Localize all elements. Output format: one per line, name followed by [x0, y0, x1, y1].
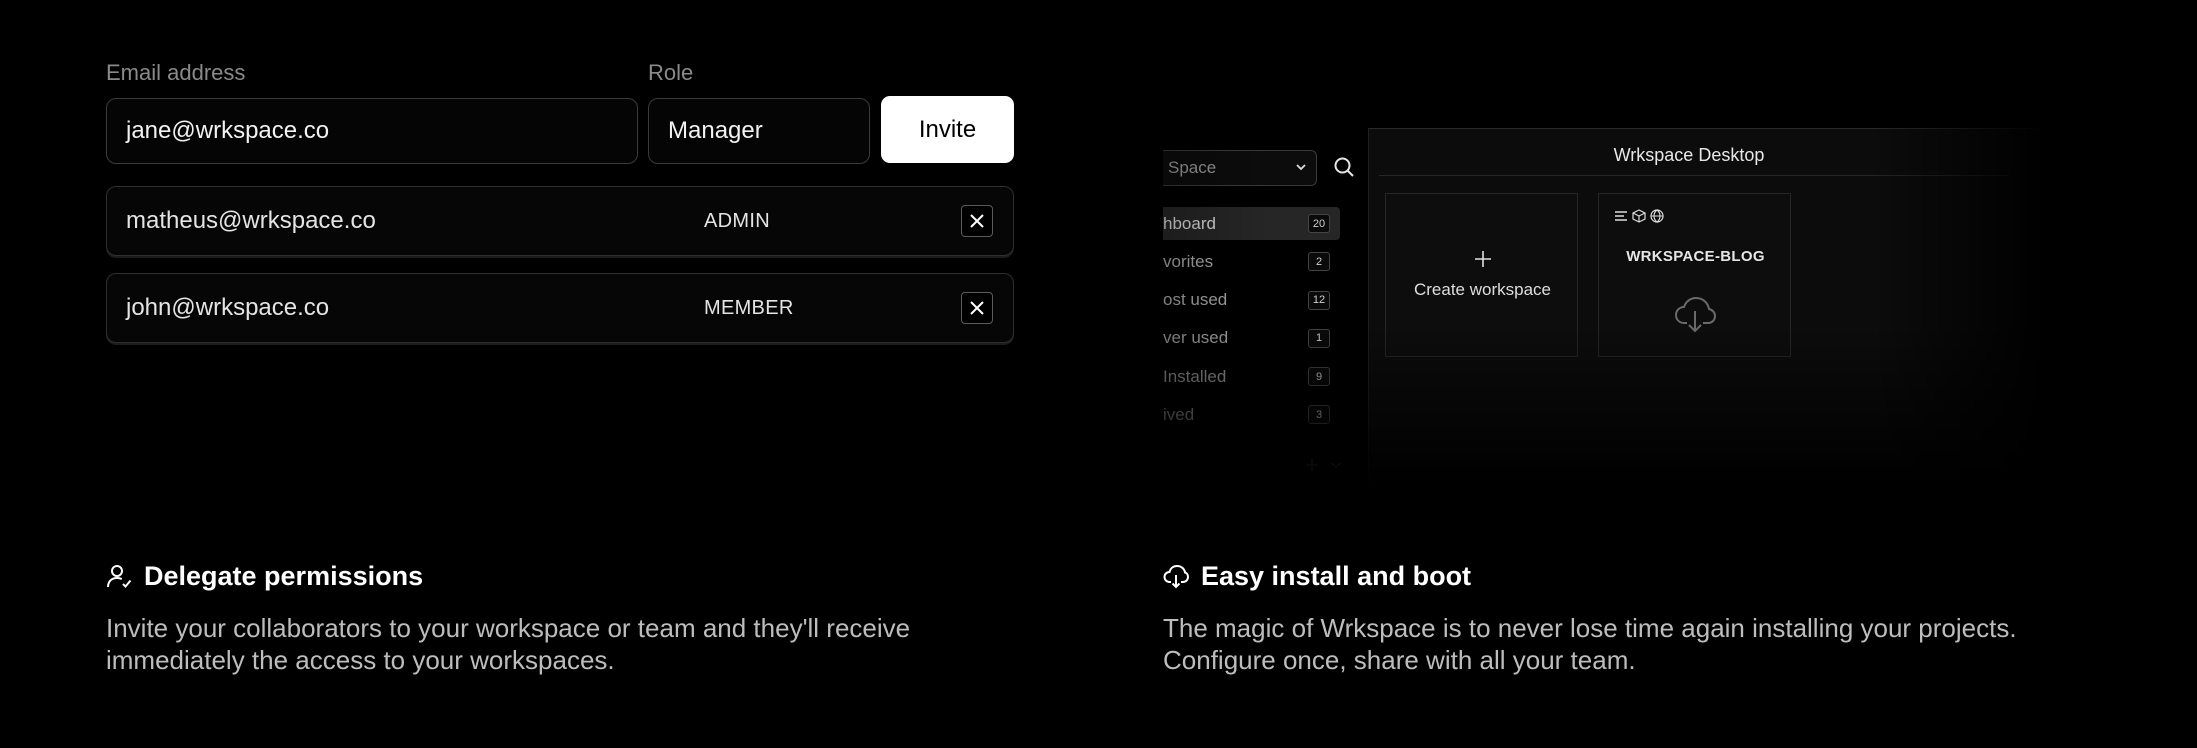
space-select[interactable]: Space: [1163, 150, 1317, 186]
nav-item-most-used[interactable]: ost used 12: [1163, 284, 1340, 317]
cube-icon: [1632, 209, 1646, 223]
nav-item-label: vorites: [1163, 251, 1214, 271]
role-label: Role: [648, 60, 694, 85]
nav-item-never-used[interactable]: ver used 1: [1163, 322, 1340, 355]
member-email: john@wrkspace.co: [126, 294, 330, 321]
member-row: matheus@wrkspace.co ADMIN: [106, 186, 1014, 256]
feature-title: Delegate permissions: [144, 560, 424, 591]
sidebar-footer: [1305, 458, 1343, 477]
member-email: matheus@wrkspace.co: [126, 207, 376, 234]
form-labels: Email address Role: [106, 56, 1014, 98]
role-input[interactable]: Manager: [648, 98, 870, 164]
feature-description: The magic of Wrkspace is to never lose t…: [1163, 613, 2017, 675]
nav-item-label: ver used: [1163, 328, 1229, 348]
cloud-download-icon[interactable]: [1674, 297, 1716, 333]
menu-icon: [1615, 211, 1627, 221]
nav-item-archived[interactable]: ived 3: [1163, 398, 1340, 431]
preview-sidebar: Space hboard 20 vorites 2 ost used 12 ve…: [1163, 128, 1368, 488]
remove-member-button[interactable]: [961, 292, 993, 324]
search-icon[interactable]: [1333, 156, 1355, 178]
title-divider: [1379, 175, 2009, 176]
desktop-preview: Space hboard 20 vorites 2 ost used 12 ve…: [1163, 128, 2048, 488]
cloud-download-icon: [1163, 563, 1189, 589]
close-icon: [970, 301, 984, 315]
nav-item-count: 20: [1308, 214, 1330, 233]
nav-item-dashboard[interactable]: hboard 20: [1163, 207, 1340, 240]
nav-item-count: 1: [1308, 328, 1330, 348]
invite-form-row: jane@wrkspace.co Manager Invite: [106, 96, 1014, 166]
invite-button[interactable]: Invite: [881, 96, 1014, 163]
create-workspace-tile[interactable]: Create workspace: [1385, 193, 1578, 357]
nav-item-count: 2: [1308, 252, 1330, 272]
nav-item-count: 9: [1308, 367, 1330, 387]
desktop-preview-inner: Space hboard 20 vorites 2 ost used 12 ve…: [1163, 128, 2048, 488]
nav-item-label: Installed: [1163, 366, 1227, 386]
member-row: john@wrkspace.co MEMBER: [106, 273, 1014, 343]
close-icon: [970, 214, 984, 228]
plus-icon[interactable]: [1305, 458, 1319, 472]
workspace-tile[interactable]: WRKSPACE-BLOG: [1598, 193, 1791, 357]
feature-header: Delegate permissions: [106, 560, 1006, 592]
email-input[interactable]: jane@wrkspace.co: [106, 98, 638, 164]
nav-item-label: ost used: [1163, 290, 1228, 310]
nav-item-favorites[interactable]: vorites 2: [1163, 245, 1340, 278]
window-title: Wrkspace Desktop: [1613, 145, 1765, 165]
preview-nav: hboard 20 vorites 2 ost used 12 ver used…: [1163, 207, 1340, 437]
plus-icon: [1475, 251, 1491, 267]
feature-title: Easy install and boot: [1201, 560, 1472, 591]
nav-item-count: 3: [1308, 405, 1330, 425]
member-role[interactable]: MEMBER: [704, 297, 794, 320]
invite-panel: Email address Role jane@wrkspace.co Mana…: [106, 56, 1014, 360]
feature-description: Invite your collaborators to your worksp…: [106, 613, 911, 675]
member-list: matheus@wrkspace.co ADMIN john@wrkspace.…: [106, 186, 1014, 343]
feature-header: Easy install and boot: [1163, 560, 2063, 592]
nav-item-count: 12: [1308, 290, 1330, 310]
preview-main: Wrkspace Desktop Create workspace WRKSPA…: [1368, 128, 2048, 488]
feature-delegate-permissions: Delegate permissions Invite your collabo…: [106, 560, 1006, 676]
feature-easy-install: Easy install and boot The magic of Wrksp…: [1163, 560, 2063, 676]
nav-item-installed[interactable]: Installed 9: [1163, 360, 1340, 393]
globe-icon: [1650, 209, 1664, 223]
workspace-name: WRKSPACE-BLOG: [1626, 248, 1765, 265]
chevron-down-icon: [1296, 164, 1306, 171]
user-icon: [106, 563, 132, 589]
space-select-value: Space: [1168, 158, 1217, 177]
member-role[interactable]: ADMIN: [704, 210, 770, 233]
nav-item-label: hboard: [1163, 213, 1216, 233]
remove-member-button[interactable]: [961, 205, 993, 237]
workspace-tile-icons: [1614, 209, 1664, 223]
chevron-down-icon[interactable]: [1329, 458, 1343, 472]
create-workspace-label: Create workspace: [1413, 280, 1551, 299]
page: Email address Role jane@wrkspace.co Mana…: [0, 0, 2197, 748]
nav-item-label: ived: [1163, 404, 1195, 424]
email-label: Email address: [106, 60, 246, 85]
